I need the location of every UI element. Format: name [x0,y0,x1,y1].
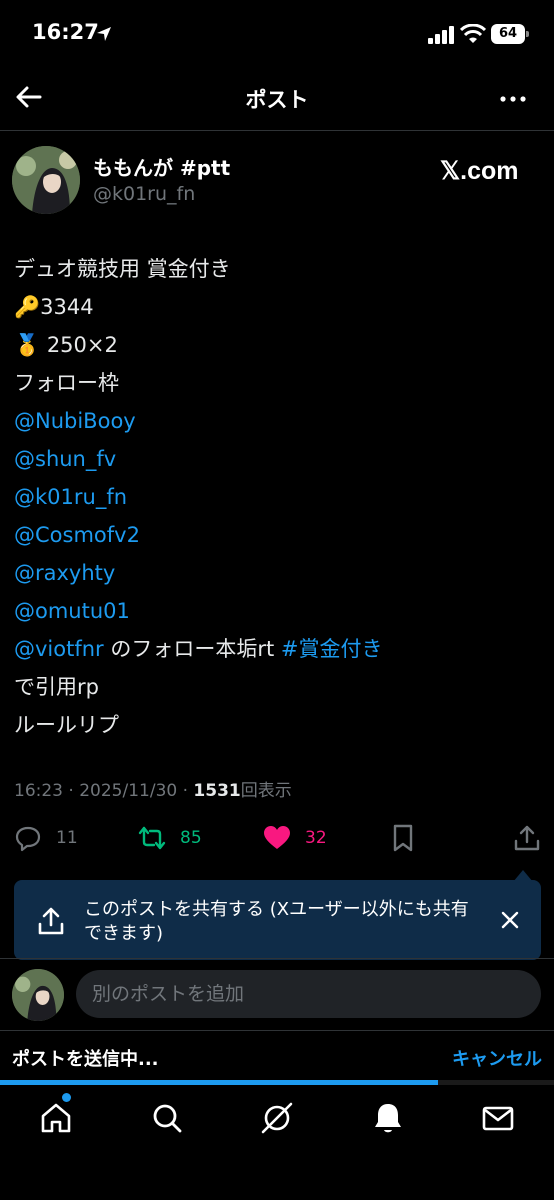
close-icon[interactable] [498,908,522,932]
grok-icon [261,1102,293,1134]
action-bar: 11 85 32 [0,818,554,858]
cellular-signal-icon [428,26,454,44]
retweet-count: 85 [180,828,202,848]
location-arrow-icon [97,27,111,41]
sending-label: ポストを送信中... [12,1049,159,1070]
mention-link[interactable]: @NubiBooy [14,405,383,443]
view-label: 回表示 [240,781,292,801]
x-watermark: 𝕏.com [440,157,519,185]
retweet-icon [138,826,166,850]
my-avatar[interactable] [12,969,64,1021]
author-handle[interactable]: @k01ru_fn [93,183,195,205]
status-time: 16:27 [32,20,99,44]
tab-notifications[interactable] [370,1100,406,1136]
mention-link[interactable]: @Cosmofv2 [14,519,383,557]
mention-link[interactable]: @shun_fv [14,443,383,481]
sending-progress-fill [0,1080,438,1085]
header-divider [0,130,554,131]
reply-button[interactable]: 11 [14,820,78,856]
tab-grok[interactable] [259,1100,295,1136]
reply-input[interactable] [76,970,541,1018]
like-button[interactable]: 32 [263,820,327,856]
post-date: 2025/11/30 [79,781,178,801]
home-icon [41,1103,71,1133]
reply-count: 11 [56,828,78,848]
composer-divider [0,958,554,959]
author-name[interactable]: ももんが #ptt [93,152,230,181]
post-line-mixed: @viotfnr のフォロー本垢rt #賞金付き [14,633,383,671]
search-icon [153,1104,182,1133]
like-count: 32 [305,828,327,848]
post-line: 🔑3344 [14,295,94,319]
home-notification-dot [62,1093,71,1102]
more-options-icon[interactable] [498,84,528,114]
post-meta: 16:23 · 2025/11/30 · 1531回表示 [14,781,292,801]
view-count: 1531 [193,781,241,801]
reply-input-container[interactable] [76,970,541,1018]
post-line: デュオ競技用 賞金付き [14,257,231,281]
status-bar: 16:27 64 [0,0,554,70]
author-avatar[interactable] [12,146,80,214]
sending-progress [0,1080,554,1085]
post-line: ルールリプ [14,713,119,737]
top-header: ポスト [0,70,554,126]
share-tooltip-text: このポストを共有する (Xユーザー以外にも共有できます) [84,899,469,944]
mention-link[interactable]: @raxyhty [14,557,383,595]
tab-search[interactable] [149,1100,185,1136]
post-line: フォロー枠 [14,371,119,395]
tab-messages[interactable] [480,1100,516,1136]
cancel-button[interactable]: キャンセル [452,1045,542,1071]
wifi-icon [460,24,486,43]
mention-link[interactable]: @viotfnr [14,637,104,661]
mention-link[interactable]: @k01ru_fn [14,481,383,519]
post-line: 🥇 250×2 [14,333,118,357]
post-body: デュオ競技用 賞金付き 🔑3344 🥇 250×2 フォロー枠 @NubiBoo… [14,253,383,747]
bottom-tab-bar [0,1086,554,1200]
tab-home[interactable] [38,1100,74,1136]
battery-icon: 64 [491,24,529,44]
mail-icon [482,1106,514,1131]
mention-link[interactable]: @omutu01 [14,595,383,633]
share-icon [38,907,64,935]
post-time: 16:23 [14,781,63,801]
page-title: ポスト [245,88,309,112]
heart-filled-icon [264,826,290,849]
post-text: のフォロー本垢rt [103,637,281,661]
tooltip-pointer [513,870,533,882]
retweet-button[interactable]: 85 [138,820,202,856]
share-tooltip[interactable]: このポストを共有する (Xユーザー以外にも共有できます) [14,870,541,960]
share-button[interactable] [513,820,541,856]
post-line: で引用rp [14,675,99,699]
reply-icon [15,826,41,852]
bookmark-button[interactable] [389,820,417,856]
bell-icon [375,1104,401,1133]
share-icon [514,825,540,851]
hashtag-link[interactable]: #賞金付き [281,637,383,661]
bookmark-icon [393,824,413,852]
sending-bar: ポストを送信中... キャンセル [0,1030,554,1086]
